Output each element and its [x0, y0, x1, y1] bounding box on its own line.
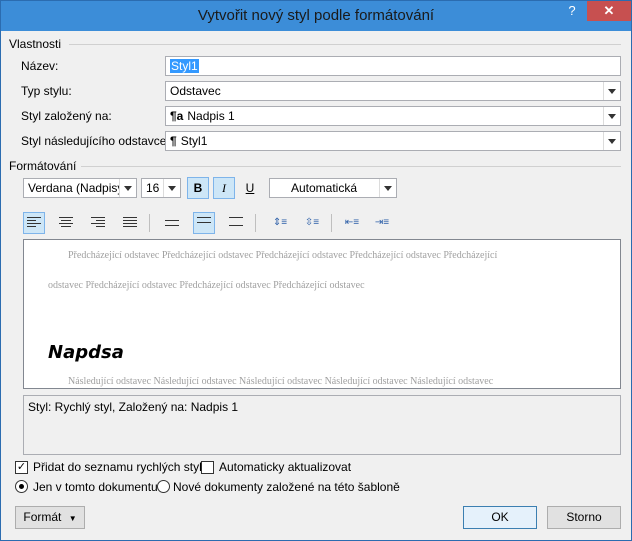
chevron-down-icon[interactable] [119, 179, 136, 197]
next-style-select[interactable]: ¶ Styl1 [165, 131, 621, 151]
new-documents-label[interactable]: Nové dokumenty založené na této šabloně [173, 480, 400, 494]
font-size-select[interactable]: 16 [141, 178, 181, 198]
preview-next-paragraph: Následující odstavec Následující odstave… [68, 376, 494, 387]
preview-heading: Napdsa [48, 342, 124, 363]
decrease-paragraph-spacing-button[interactable]: ⇳≡ [301, 212, 323, 234]
double-spacing-button[interactable] [225, 212, 247, 234]
style-preview-pane: Předcházející odstavec Předcházející ods… [23, 239, 621, 389]
align-right-icon [91, 217, 105, 229]
style-description: Styl: Rychlý styl, Založený na: Nadpis 1 [23, 395, 621, 455]
font-size-value: 16 [146, 181, 160, 195]
bold-button[interactable]: B [187, 177, 209, 199]
chevron-down-icon[interactable] [163, 179, 180, 197]
name-input-value: Styl1 [170, 59, 199, 73]
name-input[interactable]: Styl1 [165, 56, 621, 76]
chevron-down-icon[interactable] [379, 179, 396, 197]
ok-button[interactable]: OK [463, 506, 537, 529]
justify-icon [123, 217, 137, 229]
help-button[interactable]: ? [559, 1, 585, 21]
toolbar-separator [255, 214, 256, 232]
only-this-document-label[interactable]: Jen v tomto dokumentu [33, 480, 158, 494]
toolbar-separator [149, 214, 150, 232]
style-type-value: Odstavec [170, 84, 221, 98]
justify-button[interactable] [119, 212, 141, 234]
based-on-label: Styl založený na: [21, 109, 112, 123]
based-on-value: Nadpis 1 [187, 109, 235, 123]
formatting-divider [81, 166, 621, 167]
preview-previous-paragraph: Předcházející odstavec Předcházející ods… [68, 250, 498, 261]
auto-update-checkbox[interactable] [201, 461, 214, 474]
based-on-select[interactable]: ¶a Nadpis 1 [165, 106, 621, 126]
double-spacing-icon [229, 217, 243, 229]
toolbar-separator [331, 214, 332, 232]
add-to-quick-styles-checkbox[interactable]: ✓ [15, 461, 28, 474]
increase-paragraph-spacing-button[interactable]: ⇕≡ [269, 212, 291, 234]
align-right-button[interactable] [87, 212, 109, 234]
dialog-window: Vytvořit nový styl podle formátování ? ✕… [0, 0, 632, 541]
dialog-title: Vytvořit nový styl podle formátování [197, 7, 435, 24]
formatting-group-label: Formátování [9, 159, 77, 173]
dropdown-arrow-icon: ▼ [68, 514, 77, 523]
single-spacing-icon [165, 220, 179, 232]
font-color-value: Automatická [290, 181, 358, 195]
close-button[interactable]: ✕ [587, 1, 631, 21]
format-button[interactable]: Formát ▼ [15, 506, 85, 529]
dialog-body: Vlastnosti Název: Styl1 Typ stylu: Odsta… [7, 31, 625, 534]
properties-divider [69, 44, 621, 45]
italic-button[interactable]: I [213, 177, 235, 199]
new-documents-radio[interactable] [157, 480, 170, 493]
single-spacing-button[interactable] [161, 212, 183, 234]
name-label: Název: [21, 59, 59, 73]
title-bar[interactable]: Vytvořit nový styl podle formátování ? ✕ [1, 1, 631, 31]
increase-indent-icon: ⇥≡ [374, 217, 390, 228]
font-select[interactable]: Verdana (Nadpisy) [23, 178, 137, 198]
format-button-label: Formát [23, 510, 62, 524]
next-style-label: Styl následujícího odstavce: [21, 134, 170, 148]
style-description-text: Styl: Rychlý styl, Založený na: Nadpis 1 [28, 400, 239, 414]
decrease-indent-button[interactable]: ⇤≡ [341, 212, 363, 234]
align-center-icon [59, 217, 73, 229]
chevron-down-icon[interactable] [603, 82, 620, 100]
increase-spacing-icon: ⇕≡ [272, 217, 288, 228]
one-half-spacing-button[interactable] [193, 212, 215, 234]
chevron-down-icon[interactable] [603, 107, 620, 125]
auto-update-label[interactable]: Automaticky aktualizovat [219, 460, 351, 474]
chevron-down-icon[interactable] [603, 132, 620, 150]
add-to-quick-styles-label[interactable]: Přidat do seznamu rychlých stylů [33, 460, 208, 474]
decrease-spacing-icon: ⇳≡ [304, 217, 320, 228]
cancel-button[interactable]: Storno [547, 506, 621, 529]
align-left-icon [27, 217, 41, 229]
properties-group-label: Vlastnosti [9, 37, 62, 51]
style-type-select[interactable]: Odstavec [165, 81, 621, 101]
next-style-value: Styl1 [180, 134, 208, 148]
increase-indent-button[interactable]: ⇥≡ [371, 212, 393, 234]
align-center-button[interactable] [55, 212, 77, 234]
decrease-indent-icon: ⇤≡ [344, 217, 360, 228]
one-half-spacing-icon [197, 217, 211, 229]
paragraph-icon: ¶ [170, 134, 177, 148]
font-color-select[interactable]: Automatická [269, 178, 397, 198]
font-value: Verdana (Nadpisy) [28, 181, 128, 195]
underline-button[interactable]: U [239, 177, 261, 199]
preview-previous-paragraph: odstavec Předcházející odstavec Předcház… [48, 280, 365, 291]
only-this-document-radio[interactable] [15, 480, 28, 493]
align-left-button[interactable] [23, 212, 45, 234]
style-type-label: Typ stylu: [21, 84, 72, 98]
linked-style-icon: ¶a [170, 109, 184, 123]
